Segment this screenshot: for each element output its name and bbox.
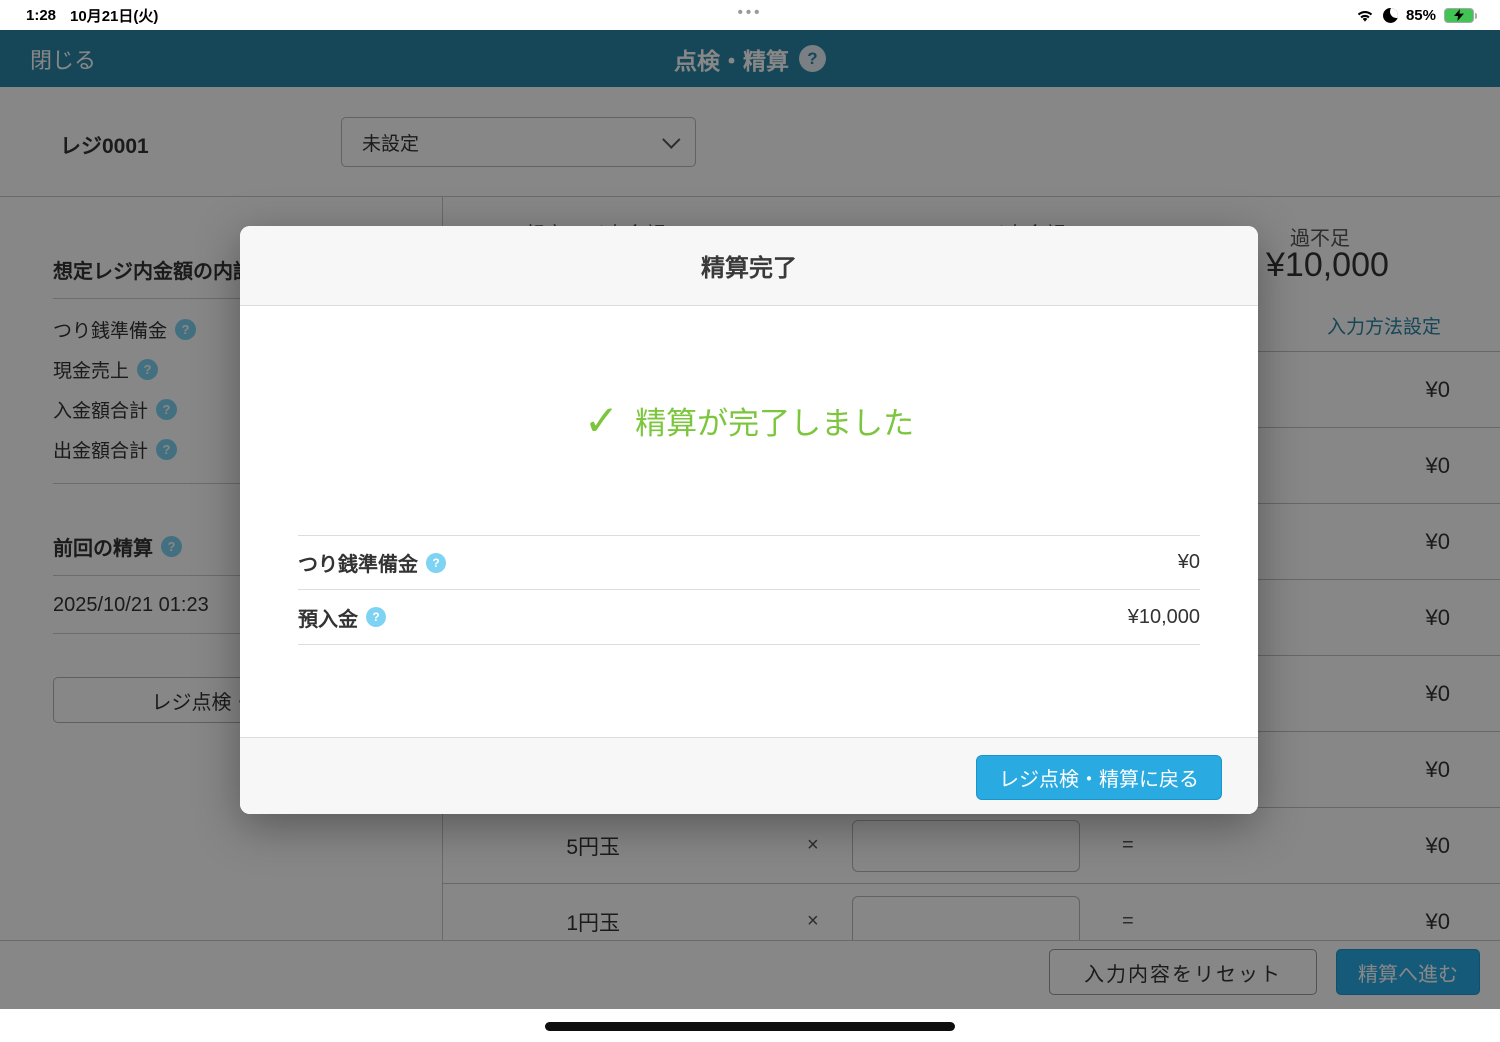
status-bar: 1:28 10月21日(火) ••• 85%	[0, 0, 1500, 30]
wifi-icon	[1355, 8, 1375, 23]
row-amount: ¥10,000	[1128, 606, 1200, 629]
dialog-title: 精算完了	[701, 248, 797, 283]
multitask-dots-icon: •••	[738, 4, 763, 21]
check-icon: ✓	[584, 400, 619, 442]
dialog-footer: レジ点検・精算に戻る	[240, 737, 1258, 814]
battery-percent: 85%	[1406, 7, 1436, 24]
dialog-row-deposit: 預入金 ? ¥10,000	[298, 590, 1200, 645]
dialog-row-change-reserve: つり銭準備金 ? ¥0	[298, 535, 1200, 590]
back-to-register-check-button[interactable]: レジ点検・精算に戻る	[976, 755, 1222, 800]
settlement-complete-dialog: 精算完了 ✓ 精算が完了しました つり銭準備金 ? ¥0 預入金 ? ¥10,0…	[240, 226, 1258, 814]
battery-charging-icon	[1444, 8, 1474, 23]
dialog-header: 精算完了	[240, 226, 1258, 306]
screen: 1:28 10月21日(火) ••• 85% 閉じる 点検・精算 ? レジ000…	[0, 0, 1500, 1042]
row-amount: ¥0	[1178, 551, 1200, 574]
success-message: ✓ 精算が完了しました	[240, 398, 1258, 443]
help-icon[interactable]: ?	[426, 553, 446, 573]
date: 10月21日(火)	[70, 5, 158, 26]
home-indicator[interactable]	[545, 1022, 955, 1031]
bottom-safe-area	[0, 1009, 1500, 1042]
clock: 1:28	[26, 7, 56, 24]
help-icon[interactable]: ?	[366, 607, 386, 627]
focus-moon-icon	[1383, 8, 1398, 23]
